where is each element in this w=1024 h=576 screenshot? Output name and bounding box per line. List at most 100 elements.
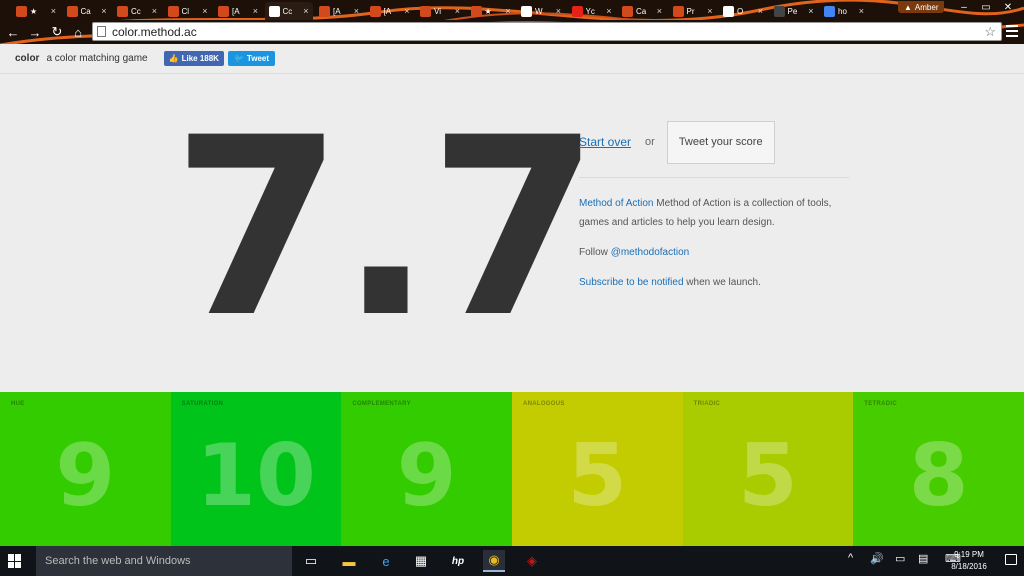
close-tab-icon[interactable]: ×: [556, 6, 561, 16]
browser-tab[interactable]: Pr ×: [669, 2, 717, 20]
close-tab-icon[interactable]: ×: [859, 6, 864, 16]
tab-title: Pe: [787, 6, 798, 16]
close-tab-icon[interactable]: ×: [404, 6, 409, 16]
browser-tab[interactable]: Pe ×: [770, 2, 818, 20]
browser-tab[interactable]: [A ×: [366, 2, 414, 20]
reload-button[interactable]: ↻: [48, 23, 66, 41]
subscribe-link[interactable]: Subscribe to be notified: [579, 277, 684, 288]
tab-favicon-icon: [167, 5, 179, 17]
close-tab-icon[interactable]: ×: [202, 6, 207, 16]
browser-tab[interactable]: Cl ×: [164, 2, 212, 20]
start-over-link[interactable]: Start over: [579, 135, 631, 149]
home-button[interactable]: ⌂: [69, 23, 87, 41]
facebook-like-button[interactable]: 👍 Like 188K: [163, 51, 224, 66]
close-tab-icon[interactable]: ×: [303, 6, 308, 16]
close-tab-icon[interactable]: ×: [606, 6, 611, 16]
tweet-button[interactable]: 🐦 Tweet: [227, 51, 275, 66]
task-view-icon[interactable]: ▭: [300, 550, 322, 572]
category-score-triadic: TRIADIC 5: [682, 392, 854, 546]
divider: [579, 177, 849, 178]
close-window-button[interactable]: ✕: [998, 0, 1018, 14]
file-explorer-icon[interactable]: ▬: [338, 550, 360, 572]
browser-tab[interactable]: [A ×: [315, 2, 363, 20]
category-scores: HUE 9 SATURATION 10 COMPLEMENTARY 9 ANALOGOUS 5…: [0, 392, 1024, 546]
tweet-score-button[interactable]: Tweet your score: [666, 120, 775, 164]
browser-tab[interactable]: Cc ×: [264, 2, 313, 20]
browser-tab[interactable]: [A ×: [214, 2, 262, 20]
address-url[interactable]: color.method.ac: [112, 25, 197, 39]
method-of-action-link[interactable]: Method of Action: [579, 198, 654, 209]
close-tab-icon[interactable]: ×: [253, 6, 258, 16]
browser-tab[interactable]: O ×: [719, 2, 767, 20]
tab-title: Ca: [636, 6, 647, 16]
close-tab-icon[interactable]: ×: [152, 6, 157, 16]
browser-tab[interactable]: ★ ×: [12, 2, 60, 20]
tab-title: [A: [383, 6, 392, 16]
hp-icon[interactable]: hp: [447, 550, 469, 572]
chrome-icon[interactable]: ◉: [483, 550, 505, 572]
close-tab-icon[interactable]: ×: [51, 6, 56, 16]
tab-title: O: [737, 6, 744, 16]
profile-name: Amber: [914, 2, 939, 12]
close-tab-icon[interactable]: ×: [455, 6, 460, 16]
battery-icon[interactable]: ▭: [895, 552, 905, 565]
forward-button[interactable]: →: [26, 23, 44, 41]
volume-icon[interactable]: 🔊: [870, 552, 884, 565]
arrow-right-icon: →: [28, 24, 42, 40]
tab-favicon-icon: [521, 5, 532, 17]
store-icon[interactable]: ▦: [410, 550, 432, 572]
tab-favicon-icon: [824, 5, 835, 17]
tab-title: Vi: [434, 6, 441, 16]
minimize-button[interactable]: –: [954, 0, 974, 14]
close-tab-icon[interactable]: ×: [101, 6, 106, 16]
browser-tab[interactable]: Vi ×: [416, 2, 464, 20]
system-clock[interactable]: 9:19 PM 8/18/2016: [940, 549, 998, 573]
site-tagline: a color matching game: [46, 53, 148, 64]
address-bar[interactable]: color.method.ac ☆: [92, 22, 1002, 41]
close-tab-icon[interactable]: ×: [808, 6, 813, 16]
category-value: 5: [738, 426, 798, 526]
browser-tab[interactable]: Yc ×: [568, 2, 616, 20]
taskbar-search[interactable]: Search the web and Windows: [36, 546, 292, 576]
close-tab-icon[interactable]: ×: [758, 6, 763, 16]
action-center-icon[interactable]: [1005, 554, 1017, 565]
tab-favicon-icon: [16, 5, 27, 17]
tab-favicon-icon: [369, 5, 381, 17]
back-button[interactable]: ←: [4, 23, 22, 41]
tab-favicon-icon: [571, 5, 583, 17]
edge-browser-icon[interactable]: e: [375, 550, 397, 572]
tab-favicon-icon: [470, 5, 482, 17]
message-icon[interactable]: ▤: [918, 552, 928, 565]
tab-title: Cl: [181, 6, 190, 16]
tab-title: Cc: [282, 6, 293, 16]
browser-menu-button[interactable]: [1006, 25, 1018, 37]
twitter-handle-link[interactable]: @methodofaction: [611, 247, 690, 258]
browser-tab[interactable]: ★ ×: [467, 2, 515, 20]
close-tab-icon[interactable]: ×: [354, 6, 359, 16]
mcafee-icon[interactable]: ◈: [521, 550, 543, 572]
tab-favicon-icon: [66, 5, 78, 17]
browser-toolbar: ← → ↻ ⌂ color.method.ac ☆: [0, 20, 1024, 44]
windows-taskbar: Search the web and Windows ▭ ▬ e ▦ hp ◉ …: [0, 546, 1024, 576]
tab-favicon-icon: [117, 5, 128, 17]
browser-tab[interactable]: W ×: [517, 2, 565, 20]
profile-badge[interactable]: ▲ Amber: [898, 1, 945, 13]
tab-title: Yc: [585, 6, 595, 16]
final-score: 7.7: [172, 86, 600, 372]
browser-tab[interactable]: Ca ×: [63, 2, 111, 20]
browser-tab[interactable]: Ca ×: [618, 2, 666, 20]
twitter-bird-icon: 🐦: [233, 54, 244, 63]
close-tab-icon[interactable]: ×: [657, 6, 662, 16]
category-label: TRIADIC: [693, 401, 721, 407]
close-tab-icon[interactable]: ×: [707, 6, 712, 16]
start-button[interactable]: [8, 554, 22, 568]
site-logo[interactable]: color: [15, 53, 39, 64]
tab-favicon-icon: [319, 5, 330, 17]
bookmark-star-icon[interactable]: ☆: [984, 24, 996, 40]
show-hidden-icons[interactable]: ^: [848, 552, 853, 564]
browser-tab[interactable]: ho ×: [820, 2, 868, 20]
category-score-tetradic: TETRADIC 8: [853, 392, 1024, 546]
browser-tab[interactable]: Cc ×: [113, 2, 161, 20]
close-tab-icon[interactable]: ×: [505, 6, 510, 16]
maximize-button[interactable]: ▭: [976, 0, 996, 14]
